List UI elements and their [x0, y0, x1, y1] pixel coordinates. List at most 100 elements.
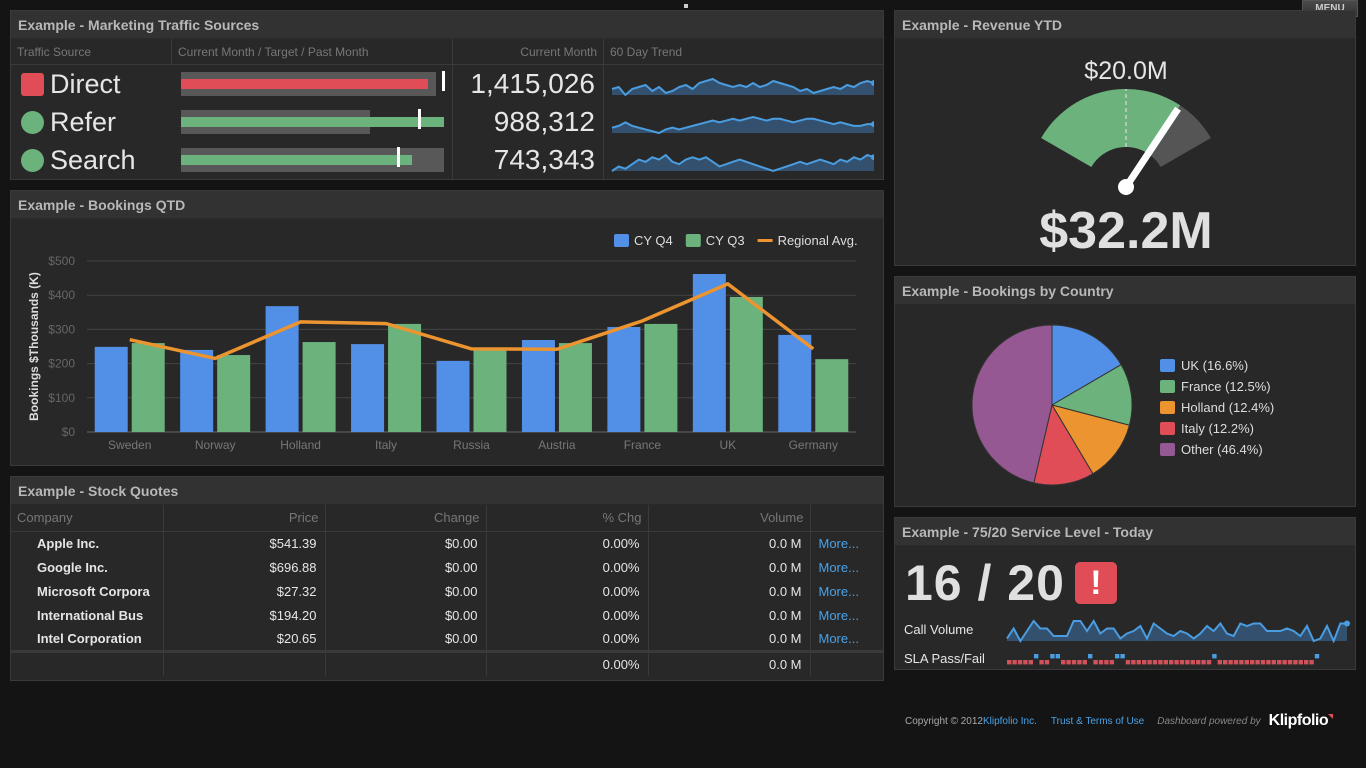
sla-fail-marker: [1223, 660, 1228, 665]
legend-label: Holland (12.4%): [1181, 400, 1275, 415]
gauge-needle-hub: [1118, 179, 1134, 195]
x-tick-label: France: [624, 438, 662, 452]
sla-fail-marker: [1028, 660, 1033, 665]
sla-pass-marker: [1212, 654, 1217, 659]
traffic-source: Refer: [11, 103, 172, 141]
sla-pass-marker: [1088, 654, 1093, 659]
bar-cy-q4: [351, 344, 385, 432]
pct-change: 0.00%: [486, 579, 649, 603]
price: $20.65: [163, 627, 326, 651]
more-link[interactable]: More...: [810, 579, 883, 603]
sla-fail-marker: [1298, 660, 1303, 665]
bar-cy-q3: [131, 343, 165, 432]
more-link[interactable]: More...: [810, 531, 883, 555]
legend-label: France (12.5%): [1181, 379, 1271, 394]
sla-fail-marker: [1082, 660, 1087, 665]
sla-fail-marker: [1174, 660, 1179, 665]
footer: Copyright © 2012 Klipfolio Inc. Trust & …: [905, 712, 1334, 730]
col-price: Price: [163, 505, 326, 532]
panel-title: Example - Stock Quotes: [11, 477, 883, 505]
x-tick-label: Russia: [453, 438, 490, 452]
legend-item: Holland (12.4%): [1160, 397, 1274, 418]
sla-pass-marker: [1050, 654, 1055, 659]
bar-cy-q3: [644, 323, 678, 432]
sla-fail-marker: [1250, 660, 1255, 665]
pie-legend: UK (16.6%) France (12.5%) Holland (12.4%) I…: [1160, 355, 1274, 460]
target-marker: [418, 109, 422, 129]
traffic-table-header: Traffic Source Current Month / Target / …: [11, 39, 883, 65]
sla-label: SLA Pass/Fail: [904, 651, 985, 666]
legend-label: UK (16.6%): [1181, 358, 1249, 373]
bar-cy-q4: [180, 349, 214, 432]
company-link[interactable]: Klipfolio Inc.: [983, 716, 1037, 727]
stock-row: Intel Corporation $20.65 $0.00 0.00% 0.0…: [11, 627, 883, 651]
bar-cy-q3: [815, 359, 849, 432]
source-name: Direct: [50, 68, 121, 99]
sla-fail-marker: [1185, 660, 1190, 665]
stock-table: Company Price Change % Chg Volume Apple …: [11, 505, 883, 676]
sla-fail-marker: [1104, 660, 1109, 665]
gauge-target-label: $20.0M: [1084, 57, 1168, 85]
call-volume-area: [1007, 621, 1347, 641]
more-link[interactable]: More...: [810, 555, 883, 579]
more-link[interactable]: More...: [810, 627, 883, 651]
col-volume: Volume: [648, 505, 811, 532]
sla-fail-marker: [1287, 660, 1293, 665]
sla-fail-marker: [1217, 660, 1222, 665]
sla-fail-marker: [1228, 660, 1233, 665]
header-current-month: Current Month: [453, 39, 604, 64]
stock-quotes-panel: Example - Stock Quotes Company Price Cha…: [10, 476, 884, 681]
sla-fail-marker: [1179, 660, 1185, 665]
gauge-value-label: $32.2M: [1039, 202, 1213, 260]
klipfolio-logo[interactable]: Klipfolio: [1269, 712, 1329, 730]
bar-cy-q4: [607, 327, 641, 432]
sla-fail-marker: [1007, 660, 1012, 665]
volume: 0.0 M: [648, 531, 811, 555]
alert-square-icon: [21, 72, 44, 96]
sla-fail-marker: [1136, 660, 1141, 665]
sla-fail-marker: [1158, 660, 1163, 665]
more-link[interactable]: More...: [810, 603, 883, 627]
current-month-value: 1,415,026: [453, 65, 604, 103]
stock-row: Apple Inc. $541.39 $0.00 0.00% 0.0 M Mor…: [11, 531, 883, 555]
sla-fail-marker: [1271, 660, 1276, 665]
top-indicator: [684, 4, 688, 8]
sla-fail-marker: [1039, 660, 1044, 665]
bar-cy-q3: [729, 296, 763, 432]
traffic-sources-panel: Example - Marketing Traffic Sources Traf…: [10, 10, 884, 180]
x-tick-label: Austria: [538, 438, 576, 452]
bar-cy-q3: [473, 349, 507, 432]
current-month-value: 988,312: [453, 103, 604, 141]
col-pct-change: % Chg: [486, 505, 649, 532]
sla-fail-marker: [1190, 660, 1195, 665]
x-tick-label: Sweden: [108, 438, 151, 452]
sla-fail-marker: [1093, 660, 1098, 665]
traffic-source: Direct: [11, 65, 172, 103]
stock-row: International Bus $194.20 $0.00 0.00% 0.…: [11, 603, 883, 627]
sla-fail-marker: [1071, 660, 1077, 665]
sla-fail-marker: [1012, 660, 1017, 665]
legend-swatch: [1160, 401, 1175, 414]
sla-pass-marker: [1314, 654, 1320, 659]
sla-pass-marker: [1120, 654, 1125, 659]
change: $0.00: [325, 627, 487, 651]
revenue-ytd-panel: Example - Revenue YTD $20.0M $32.2M: [894, 10, 1356, 266]
legend-label: Italy (12.2%): [1181, 421, 1254, 436]
sla-fail-marker: [1260, 660, 1266, 665]
target-marker: [397, 147, 401, 167]
sla-fail-marker: [1163, 660, 1168, 665]
logo-corner-icon: [1328, 713, 1334, 719]
sla-fail-marker: [1277, 660, 1282, 665]
bar-cy-q4: [521, 340, 555, 432]
traffic-source: Search: [11, 141, 172, 179]
stock-row: Google Inc. $696.88 $0.00 0.00% 0.0 M Mo…: [11, 555, 883, 579]
legend-item: France (12.5%): [1160, 376, 1274, 397]
legend-swatch: [1160, 359, 1175, 372]
copyright-text: Copyright © 2012: [905, 715, 983, 727]
bar-cy-q3: [302, 342, 336, 432]
y-tick-label: $500: [48, 254, 75, 268]
legend-swatch: [614, 234, 629, 247]
volume: 0.0 M: [648, 579, 811, 603]
sla-fail-marker: [1061, 660, 1066, 665]
terms-link[interactable]: Trust & Terms of Use: [1051, 716, 1144, 727]
